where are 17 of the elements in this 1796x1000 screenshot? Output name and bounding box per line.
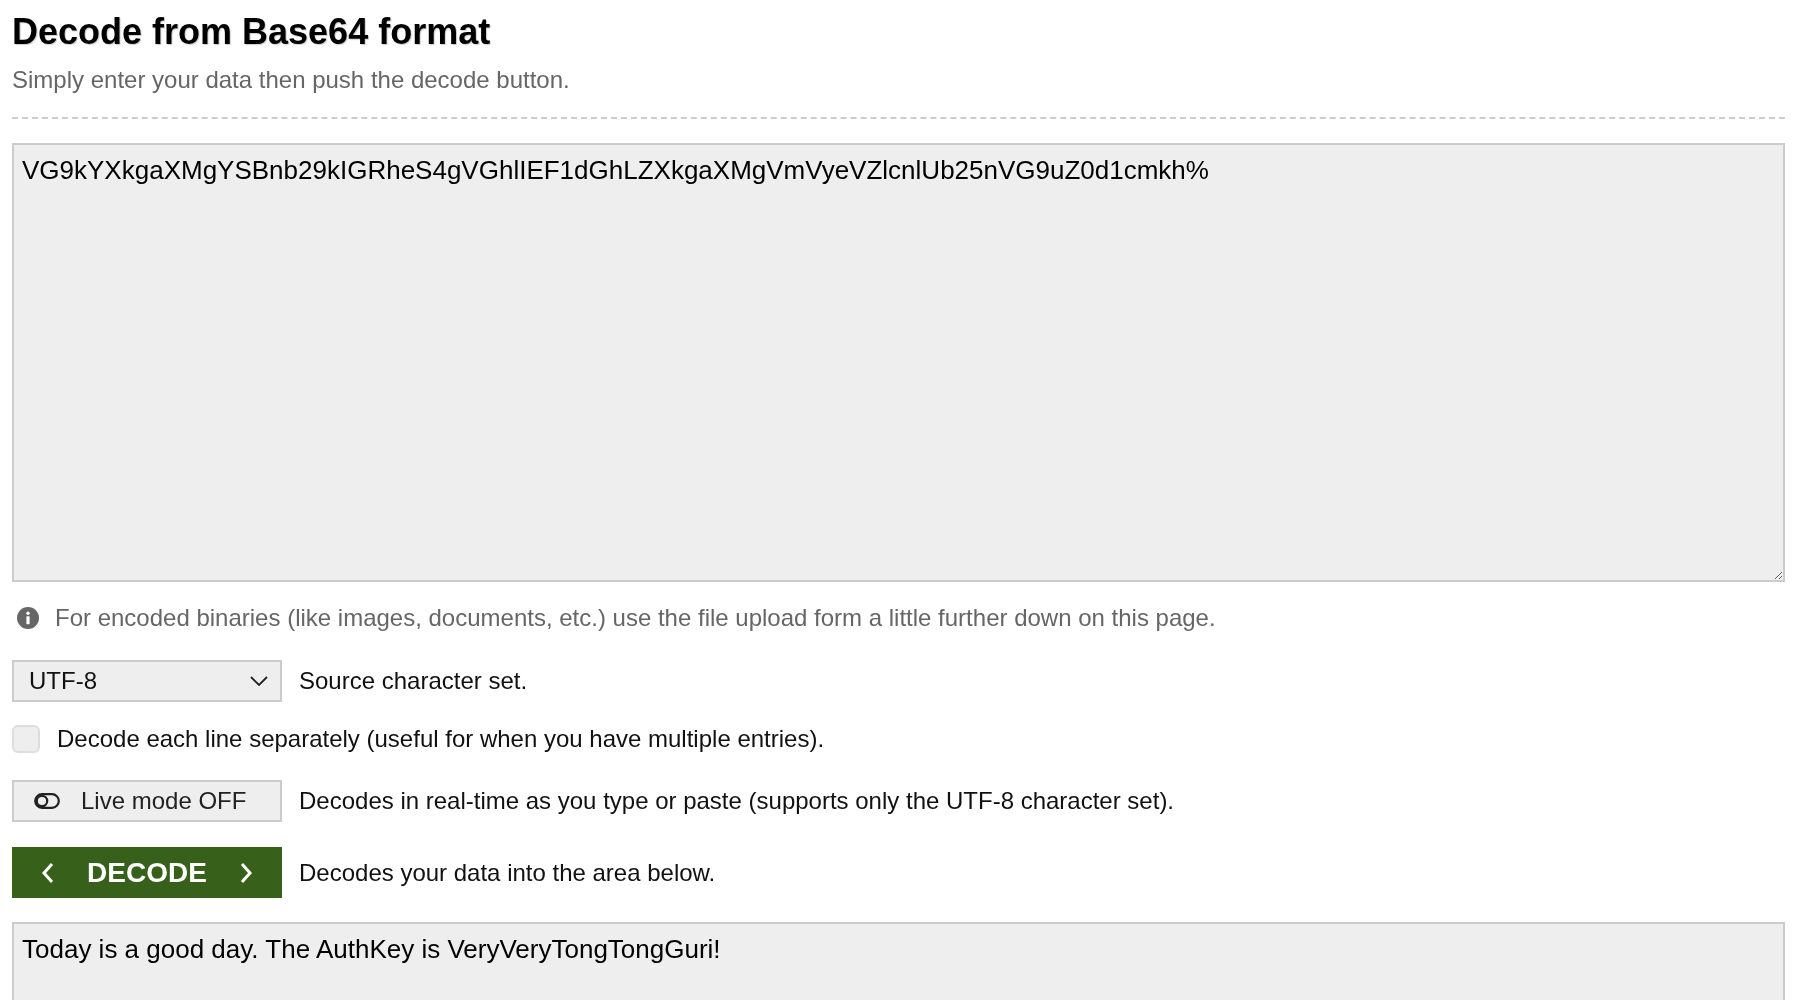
chevron-right-icon [240,861,253,884]
charset-label: Source character set. [299,667,528,695]
live-mode-description: Decodes in real-time as you type or paste (supports only the UTF-8 character set). [299,787,1175,815]
chevron-left-icon [41,861,54,884]
charset-dropdown[interactable]: UTF-8 [12,660,282,702]
info-note: For encoded binaries (like images, documents, etc.) use the file upload form a little further down on this page. [55,604,1216,632]
page-subtitle: Simply enter your data then push the decode button. [12,66,570,94]
input-field[interactable]: VG9kYXkgaXMgYSBnb29kIGRheS4gVGhlIEF1dGhLZXkgaXMgVmVyeVZlcnlUb25nVG9uZ0d1cmkh% [12,143,1785,582]
info-icon [17,607,39,629]
line-by-line-checkbox[interactable] [12,725,40,753]
chevron-down-icon [250,676,268,686]
output-field[interactable]: Today is a good day. The AuthKey is VeryVeryTongTongGuri! [12,922,1785,1000]
decode-description: Decodes your data into the area below. [299,858,716,887]
live-mode-button[interactable]: Live mode OFF [12,780,282,822]
page-title: Decode from Base64 format [12,12,491,52]
decode-button[interactable]: DECODE [12,847,282,898]
checkbox-label: Decode each line separately (useful for when you have multiple entries). [57,725,825,753]
